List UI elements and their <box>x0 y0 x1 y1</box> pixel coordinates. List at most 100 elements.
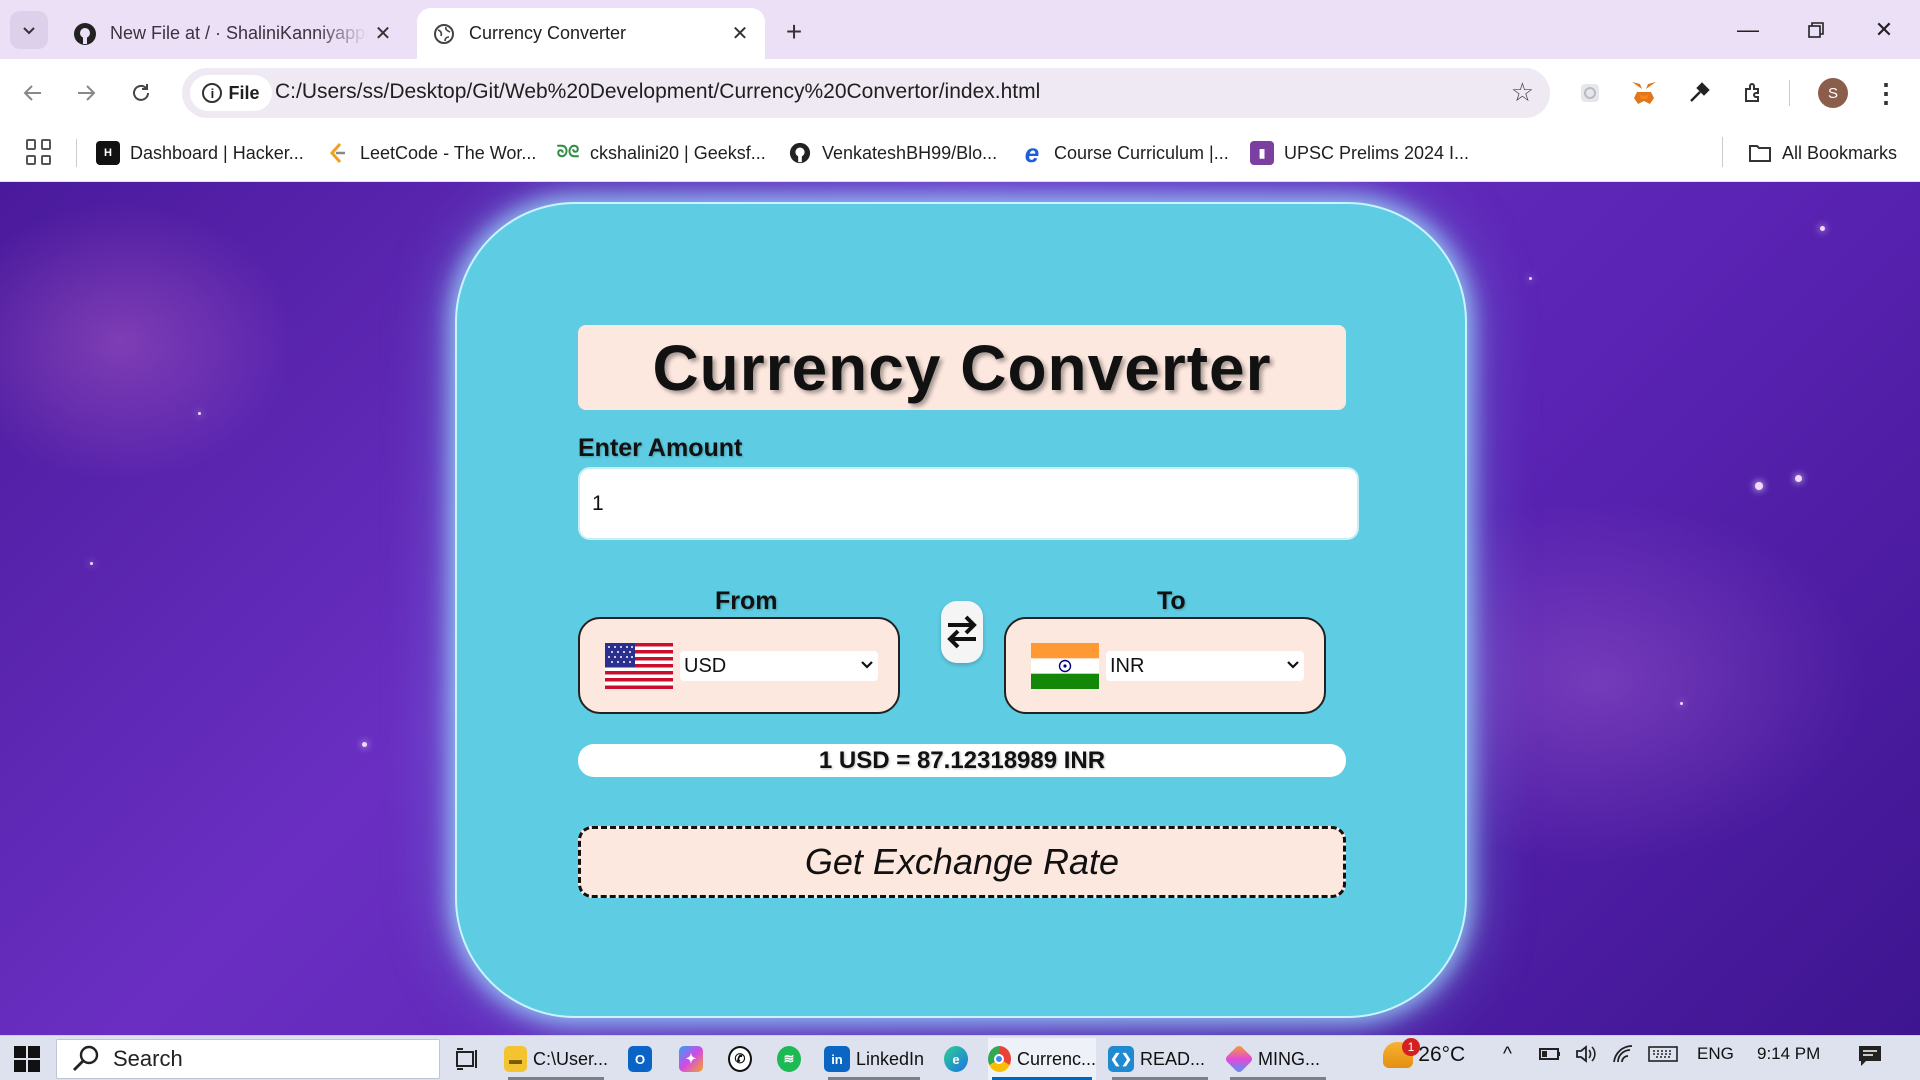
wifi-icon[interactable] <box>1612 1044 1636 1070</box>
language-indicator[interactable]: ENG <box>1697 1044 1734 1064</box>
weather-widget[interactable]: 26°C <box>1383 1042 1465 1068</box>
bookmark-hackerrank[interactable]: H Dashboard | Hacker... <box>96 135 304 171</box>
title-banner: Currency Converter <box>578 325 1346 410</box>
search-icon <box>73 1045 99 1071</box>
all-bookmarks-folder[interactable]: All Bookmarks <box>1748 135 1897 171</box>
bookmark-star-icon[interactable]: ☆ <box>1511 77 1534 108</box>
chevron-up-icon[interactable]: ^ <box>1503 1044 1512 1066</box>
menu-kebab-icon[interactable]: ⋮ <box>1873 75 1899 111</box>
bookmark-label: Course Curriculum |... <box>1054 142 1229 163</box>
chevron-down-icon <box>23 27 35 35</box>
site-info-label: File <box>228 82 260 103</box>
bookmark-label: Dashboard | Hacker... <box>130 142 304 163</box>
bookmark-upsc[interactable]: ▮ UPSC Prelims 2024 I... <box>1250 135 1469 171</box>
toolbar-divider <box>1789 80 1790 106</box>
copilot-icon: ✦ <box>679 1046 703 1072</box>
bookmark-label: ckshalini20 | Geeksf... <box>590 142 766 163</box>
taskbar-edge[interactable]: e <box>944 1038 974 1080</box>
apps-grid-icon[interactable] <box>26 139 52 165</box>
url-text[interactable]: C:/Users/ss/Desktop/Git/Web%20Developmen… <box>275 80 1040 104</box>
extension-icon[interactable] <box>1572 75 1608 111</box>
to-label: To <box>1157 587 1186 615</box>
tab-github-new-file[interactable]: New File at / · ShaliniKanniyappan ✕ <box>58 8 408 59</box>
edureka-icon: e <box>1024 137 1040 168</box>
bookmarks-divider <box>76 139 77 167</box>
edge-icon: e <box>944 1046 968 1072</box>
from-currency-select[interactable]: USD <box>680 651 878 681</box>
address-bar[interactable]: i File C:/Users/ss/Desktop/Git/Web%20Dev… <box>182 68 1550 118</box>
forward-arrow-icon[interactable] <box>67 74 105 112</box>
tab-search-button[interactable] <box>10 11 48 49</box>
new-tab-button[interactable]: + <box>776 14 812 50</box>
bookmarks-bar: H Dashboard | Hacker... LeetCode - The W… <box>0 125 1920 182</box>
info-icon: i <box>202 83 223 103</box>
globe-icon <box>431 21 457 47</box>
site-info-chip[interactable]: i File <box>190 75 272 111</box>
taskbar-whatsapp[interactable]: ✆ <box>728 1038 758 1080</box>
back-arrow-icon[interactable] <box>14 74 52 112</box>
reload-icon[interactable] <box>122 74 160 112</box>
exchange-rate-result: 1 USD = 87.12318989 INR <box>578 744 1346 777</box>
taskbar-linkedin[interactable]: in LinkedIn <box>824 1038 924 1080</box>
spotify-icon: ≋ <box>777 1046 801 1072</box>
swap-currencies-button[interactable] <box>941 601 983 663</box>
extensions-puzzle-icon[interactable] <box>1736 75 1772 111</box>
book-icon: ▮ <box>1250 141 1274 165</box>
minimize-icon[interactable]: — <box>1722 10 1774 50</box>
taskbar-spotify[interactable]: ≋ <box>777 1038 807 1080</box>
vscode-icon: ❮❯ <box>1108 1046 1134 1072</box>
volume-icon[interactable] <box>1574 1044 1598 1070</box>
amount-input[interactable] <box>578 467 1359 540</box>
eyedropper-icon[interactable] <box>1681 75 1717 111</box>
close-tab-icon[interactable]: ✕ <box>725 19 755 49</box>
bookmark-label: UPSC Prelims 2024 I... <box>1284 142 1470 163</box>
taskbar-search-box[interactable]: Search <box>56 1039 440 1079</box>
background-star <box>198 412 201 415</box>
taskbar-file-explorer[interactable]: ▬ C:\User... <box>504 1038 608 1080</box>
whatsapp-icon: ✆ <box>728 1046 752 1072</box>
bookmark-label: VenkateshBH99/Blo... <box>822 142 998 163</box>
close-tab-icon[interactable]: ✕ <box>368 19 398 49</box>
taskbar-item-label: READ... <box>1140 1048 1206 1069</box>
restore-icon[interactable] <box>1790 10 1842 50</box>
get-exchange-rate-button[interactable]: Get Exchange Rate <box>578 826 1346 898</box>
tab-currency-converter[interactable]: Currency Converter ✕ <box>417 8 765 59</box>
metamask-fox-icon[interactable] <box>1626 75 1662 111</box>
git-icon <box>1224 1044 1254 1074</box>
background-star <box>1680 702 1683 705</box>
bookmark-github[interactable]: VenkateshBH99/Blo... <box>788 135 997 171</box>
to-currency-select[interactable]: INR <box>1106 651 1304 681</box>
notifications-icon[interactable] <box>1857 1044 1883 1074</box>
clock[interactable]: 9:14 PM <box>1757 1044 1820 1064</box>
swap-arrows-icon <box>947 615 977 649</box>
from-currency-container: USD <box>578 617 900 714</box>
task-view-icon <box>456 1048 477 1070</box>
close-window-icon[interactable]: ✕ <box>1858 10 1910 50</box>
profile-avatar[interactable]: S <box>1818 78 1848 108</box>
tab-title: New File at / · ShaliniKanniyappan <box>110 23 368 43</box>
taskbar-search-label: Search <box>113 1046 183 1071</box>
taskbar-chrome[interactable]: Currenc... <box>988 1038 1096 1080</box>
geeksforgeeks-icon: ᘐᘓ <box>556 144 580 161</box>
taskbar-outlook[interactable]: O <box>628 1038 658 1080</box>
taskbar-git-bash[interactable]: MING... <box>1224 1038 1330 1080</box>
to-currency-value: INR <box>1110 654 1145 677</box>
taskbar-vscode[interactable]: ❮❯ READ... <box>1108 1038 1212 1080</box>
bookmarks-separator <box>1722 137 1723 167</box>
bookmark-leetcode[interactable]: LeetCode - The Wor... <box>326 135 536 171</box>
tab-strip: New File at / · ShaliniKanniyappan ✕ Cur… <box>0 0 1920 59</box>
taskbar-item-label: MING... <box>1258 1048 1320 1069</box>
background-star <box>90 562 93 565</box>
page-title: Currency Converter <box>652 331 1272 404</box>
keyboard-icon[interactable] <box>1648 1044 1678 1070</box>
linkedin-icon: in <box>824 1046 850 1072</box>
battery-icon[interactable] <box>1538 1044 1562 1070</box>
background-star <box>1795 475 1802 482</box>
bookmark-edureka[interactable]: e Course Curriculum |... <box>1020 135 1229 171</box>
bookmark-geeksforgeeks[interactable]: ᘐᘓ ckshalini20 | Geeksf... <box>556 135 766 171</box>
windows-taskbar: Search ▬ C:\User... O ✦ ✆ ≋ in LinkedIn … <box>0 1035 1920 1080</box>
taskbar-copilot[interactable]: ✦ <box>679 1038 709 1080</box>
to-currency-container: INR <box>1004 617 1326 714</box>
windows-start-icon[interactable] <box>14 1046 40 1072</box>
task-view-button[interactable] <box>450 1038 486 1080</box>
